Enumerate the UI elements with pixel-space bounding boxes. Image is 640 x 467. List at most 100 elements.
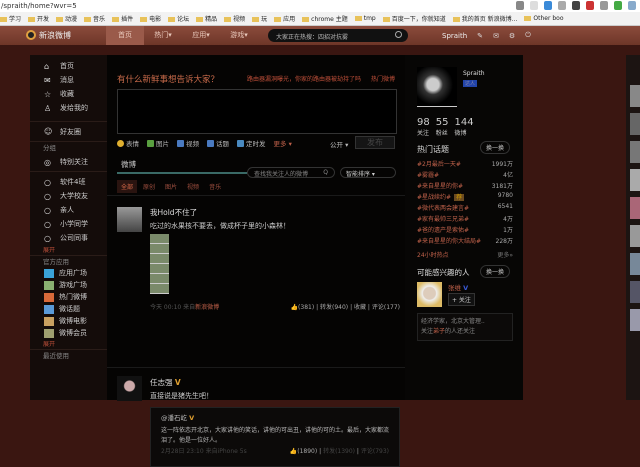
message-icon[interactable]: ✉ xyxy=(488,32,504,40)
thumbnail[interactable] xyxy=(630,253,640,275)
hot-topic-item[interactable]: #雾霾# 4亿 xyxy=(417,170,513,181)
nav-username[interactable]: Spraith xyxy=(442,32,472,40)
sidebar-item[interactable]: ♙ 发给我的 xyxy=(30,101,107,115)
bookmark-item[interactable]: 玩 xyxy=(252,14,267,23)
repost-button[interactable]: 转发(940) xyxy=(320,304,348,311)
nav-search-input[interactable]: 大家正在热搜：四招对抗雾 xyxy=(268,29,408,42)
bookmark-item[interactable]: 应用 xyxy=(274,14,295,23)
hot-topic-item[interactable]: #家有最帅三兄弟# 4万 xyxy=(417,214,513,225)
quote-time[interactable]: 2月28日 23:10 xyxy=(161,448,204,455)
thumbnail[interactable] xyxy=(630,309,640,331)
search-icon[interactable]: Q xyxy=(323,169,328,176)
thumbnail[interactable] xyxy=(630,225,640,247)
feed-tab-weibo[interactable]: 微博 xyxy=(121,159,136,170)
suggest-name[interactable]: 张维 xyxy=(448,284,461,292)
sidebar-app[interactable]: 热门微博 xyxy=(30,291,107,303)
bookmark-item[interactable]: chrome 主题 xyxy=(302,14,348,23)
sidebar-app[interactable]: 微博电影 xyxy=(30,315,107,327)
hot-topic-item[interactable]: #2月最后一天# 1991万 xyxy=(417,159,513,170)
profile-name[interactable]: Spraith xyxy=(463,70,485,77)
feed-filter[interactable]: 视频 xyxy=(183,180,203,193)
bookmark-item[interactable]: 插件 xyxy=(112,14,133,23)
bookmark-item[interactable]: Other boo xyxy=(524,15,563,22)
sidebar-group[interactable]: ○ 软件4班 xyxy=(30,175,107,189)
profile-stat[interactable]: 144 微博 xyxy=(454,117,473,137)
bookmark-item[interactable]: 论坛 xyxy=(168,14,189,23)
follow-button[interactable]: + 关注 xyxy=(448,293,475,306)
hot-topic-item[interactable]: #星战续约# 荐 9780 xyxy=(417,192,513,203)
more-tools-dropdown[interactable]: 更多 ▾ xyxy=(274,138,292,148)
nav-tab-games[interactable]: 游戏▾ xyxy=(220,26,258,45)
favorite-button[interactable]: 收藏 xyxy=(354,304,366,311)
composer-textarea[interactable] xyxy=(117,89,397,134)
quote-source[interactable]: iPhone 5s xyxy=(218,448,247,455)
like-button[interactable]: 👍(381) xyxy=(291,304,315,311)
sidebar-group[interactable]: ○ 公司同事 xyxy=(30,231,107,245)
avatar[interactable] xyxy=(117,207,142,232)
feed-filter[interactable]: 全部 xyxy=(117,180,138,193)
post-source[interactable]: 新浪微博 xyxy=(195,304,219,311)
logout-icon[interactable]: ⏻ xyxy=(520,31,536,40)
hot-topic-item[interactable]: #来自星星的你# 3181万 xyxy=(417,181,513,192)
bookmark-item[interactable]: 百度一下，你就知道 xyxy=(383,14,446,23)
sidebar-app[interactable]: 游戏广场 xyxy=(30,279,107,291)
bookmark-item[interactable]: 动漫 xyxy=(56,14,77,23)
thumbnail[interactable] xyxy=(630,281,640,303)
composer-tool[interactable]: 定时发 xyxy=(237,138,266,148)
comment-button[interactable]: 评论(177) xyxy=(372,304,400,311)
bookmark-item[interactable]: 精品 xyxy=(196,14,217,23)
address-bar[interactable]: /spraith/home?wvr=5 xyxy=(0,0,640,12)
bookmark-item[interactable]: 我的首页 新浪微博... xyxy=(453,14,518,23)
bookmark-item[interactable]: 电影 xyxy=(140,14,161,23)
hot-refresh-button[interactable]: 换一换 xyxy=(480,141,511,154)
visibility-select[interactable]: 公开 ▾ xyxy=(330,139,348,149)
sidebar-item[interactable]: ⌂ 首页 xyxy=(30,59,107,73)
feed-filter[interactable]: 图片 xyxy=(161,180,181,193)
profile-avatar[interactable] xyxy=(417,67,457,107)
composer-tool[interactable]: 图片 xyxy=(147,138,169,148)
composer-tool[interactable]: 话题 xyxy=(207,138,229,148)
publish-button[interactable]: 发布 xyxy=(355,136,395,149)
nav-tab-apps[interactable]: 应用▾ xyxy=(182,26,220,45)
feed-filter[interactable]: 音乐 xyxy=(205,180,225,193)
expand-apps-link[interactable]: 展开 xyxy=(30,339,107,349)
sidebar-item-special[interactable]: ◎ 特别关注 xyxy=(30,153,107,171)
post-image[interactable] xyxy=(150,234,169,294)
nav-tab-hot[interactable]: 热门▾ xyxy=(144,26,182,45)
sidebar-item[interactable]: ☆ 收藏 xyxy=(30,87,107,101)
sort-dropdown[interactable]: 智能排序 ▾ xyxy=(340,167,396,178)
hot-24h-link[interactable]: 24小时热点 xyxy=(417,252,449,259)
comment-button[interactable]: 评论(793) xyxy=(361,448,389,455)
hot-topic-item[interactable]: #来自星星的你大结局# 228万 xyxy=(417,236,513,247)
nav-tab-home[interactable]: 首页 xyxy=(106,26,144,45)
feed-filter[interactable]: 原创 xyxy=(139,180,159,193)
sidebar-app[interactable]: 微博会员 xyxy=(30,327,107,339)
sidebar-app[interactable]: 微话题 xyxy=(30,303,107,315)
sidebar-item-friends[interactable]: ☺ 好友圈 xyxy=(30,121,107,141)
sidebar-group[interactable]: ○ 亲人 xyxy=(30,203,107,217)
sidebar-app[interactable]: 应用广场 xyxy=(30,267,107,279)
repost-button[interactable]: 转发(1390) xyxy=(323,448,355,455)
hot-topic-item[interactable]: #微代表两会建言# 6541 xyxy=(417,203,513,214)
thumbnail[interactable] xyxy=(630,197,640,219)
expand-groups-link[interactable]: 展开 xyxy=(30,245,107,255)
quote-author[interactable]: @潘石屹 xyxy=(161,414,187,422)
sidebar-group[interactable]: ○ 大学校友 xyxy=(30,189,107,203)
hot-topic-item[interactable]: #爸的遗产是索佑# 1万 xyxy=(417,225,513,236)
composer-tool[interactable]: 表情 xyxy=(117,138,139,148)
composer-tool[interactable]: 视频 xyxy=(177,138,199,148)
bookmark-item[interactable]: tmp xyxy=(355,15,376,22)
bookmark-item[interactable]: 学习 xyxy=(0,14,21,23)
thumbnail[interactable] xyxy=(630,141,640,163)
bookmark-item[interactable]: 音乐 xyxy=(84,14,105,23)
feed-search-input[interactable]: 查找我关注人的微博 Q xyxy=(247,167,335,178)
post-time[interactable]: 今天 00:10 xyxy=(150,304,181,311)
profile-stat[interactable]: 98 关注 xyxy=(417,117,430,137)
settings-icon[interactable]: ⚙ xyxy=(504,32,520,40)
thumbnail[interactable] xyxy=(630,85,640,107)
post-author[interactable]: 我Hold不住了 xyxy=(150,207,400,218)
post-author[interactable]: 任志强 xyxy=(150,378,173,387)
compose-icon[interactable]: ✎ xyxy=(472,32,488,40)
sidebar-group[interactable]: ○ 小学同学 xyxy=(30,217,107,231)
thumbnail[interactable] xyxy=(630,113,640,135)
